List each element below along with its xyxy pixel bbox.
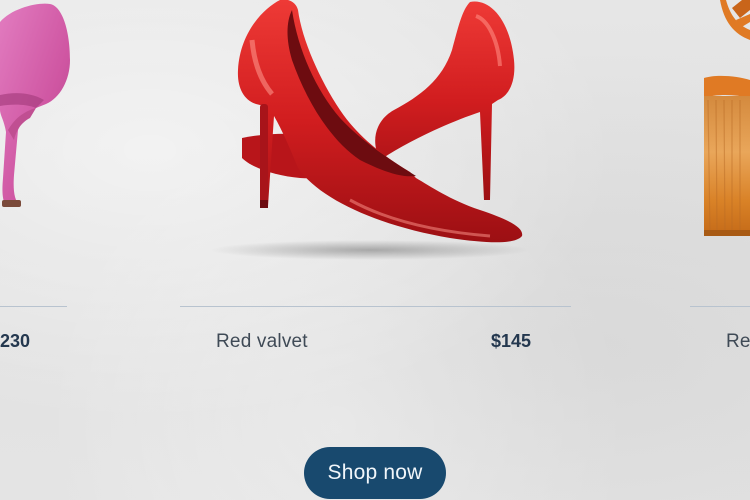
product-price: $145 [491, 331, 532, 351]
red-patent-pumps-icon [210, 0, 530, 260]
shop-now-button[interactable]: Shop now [304, 447, 446, 499]
orange-block-heel-sandal-icon [704, 0, 750, 236]
pink-suede-heel-icon [0, 3, 70, 207]
product-card-red-valvet[interactable]: Red valvet $145 [180, 0, 571, 360]
product-card-orange-sandal[interactable]: Ret [690, 0, 750, 360]
product-carousel: $230 [0, 0, 750, 430]
product-name: Ret [726, 331, 750, 352]
product-divider [0, 306, 67, 307]
product-divider [180, 306, 571, 307]
product-divider [690, 306, 750, 307]
product-price: $230 [0, 331, 31, 351]
product-card-pink-heel[interactable]: $230 [0, 0, 70, 360]
product-name: Red valvet [216, 331, 308, 352]
